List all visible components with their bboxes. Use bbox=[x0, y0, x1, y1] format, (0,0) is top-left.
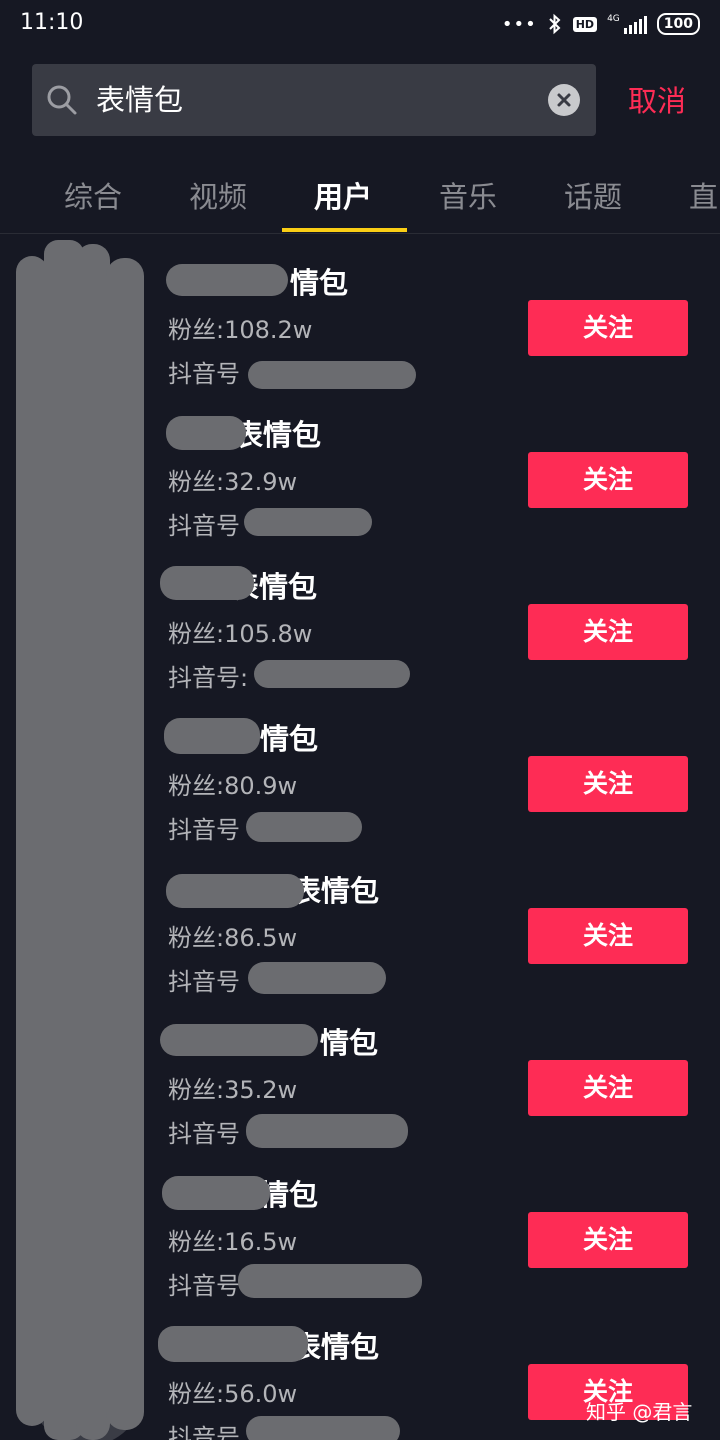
tab-topics[interactable]: 话题 bbox=[564, 174, 622, 216]
douyin-id-label: 抖音号 bbox=[168, 816, 240, 844]
tab-comprehensive[interactable]: 综合 bbox=[64, 174, 122, 216]
tab-live[interactable]: 直 bbox=[689, 174, 718, 216]
fan-count: 粉丝:35.2w bbox=[168, 1076, 298, 1104]
redacted-douyin-id bbox=[244, 508, 372, 536]
hd-badge: HD bbox=[572, 16, 598, 32]
bluetooth-icon bbox=[549, 13, 561, 35]
signal-icon: 4G bbox=[607, 14, 647, 34]
fan-count: 粉丝:105.8w bbox=[168, 620, 313, 648]
redacted-name bbox=[162, 1176, 270, 1210]
watermark: 知乎 @君言 bbox=[586, 1400, 693, 1424]
fan-count: 粉丝:56.0w bbox=[168, 1380, 298, 1408]
follow-button[interactable]: 关注 bbox=[528, 604, 688, 660]
status-bar: 11:10 ••• HD 4G 100 bbox=[0, 0, 720, 50]
redacted-name bbox=[166, 264, 288, 296]
tab-music[interactable]: 音乐 bbox=[439, 174, 497, 216]
redacted-douyin-id bbox=[248, 962, 386, 994]
tab-users[interactable]: 用户 bbox=[314, 174, 372, 216]
redacted-douyin-id bbox=[238, 1264, 422, 1298]
search-input[interactable] bbox=[96, 76, 536, 124]
follow-button[interactable]: 关注 bbox=[528, 908, 688, 964]
redacted-douyin-id bbox=[246, 1114, 408, 1148]
redacted-douyin-id bbox=[246, 1416, 400, 1440]
more-dots-icon: ••• bbox=[501, 13, 537, 35]
search-box[interactable] bbox=[32, 64, 596, 136]
fan-count: 粉丝:86.5w bbox=[168, 924, 298, 952]
redaction-mark bbox=[76, 244, 110, 1440]
redaction-mark bbox=[106, 258, 144, 1430]
search-results-screen: 11:10 ••• HD 4G 100 表情包 取消 综合 视频 用户 音乐 话… bbox=[0, 0, 720, 1440]
douyin-id-label: 抖音号 bbox=[168, 360, 240, 388]
redacted-douyin-id bbox=[248, 361, 416, 389]
redacted-name bbox=[158, 1326, 308, 1362]
follow-button[interactable]: 关注 bbox=[528, 452, 688, 508]
tab-videos[interactable]: 视频 bbox=[189, 174, 247, 216]
douyin-id-label: 抖音号 bbox=[168, 512, 240, 540]
fan-count: 粉丝:108.2w bbox=[168, 316, 313, 344]
follow-button[interactable]: 关注 bbox=[528, 300, 688, 356]
fan-count: 粉丝:80.9w bbox=[168, 772, 298, 800]
douyin-id-label: 抖音号 bbox=[168, 968, 240, 996]
redacted-name bbox=[164, 718, 260, 754]
redacted-douyin-id bbox=[254, 660, 410, 688]
status-icons: ••• HD 4G 100 bbox=[502, 12, 700, 36]
redacted-name bbox=[166, 874, 304, 908]
tab-indicator bbox=[282, 228, 407, 232]
clear-icon[interactable] bbox=[548, 84, 580, 116]
follow-button[interactable]: 关注 bbox=[528, 756, 688, 812]
fan-count: 粉丝:16.5w bbox=[168, 1228, 298, 1256]
redacted-name bbox=[160, 566, 254, 600]
cancel-button[interactable]: 取消 bbox=[628, 78, 686, 120]
status-time: 11:10 bbox=[20, 10, 84, 35]
redacted-name bbox=[160, 1024, 318, 1056]
douyin-id-label: 抖音号 bbox=[168, 1120, 240, 1148]
douyin-id-label: 抖音号: bbox=[168, 664, 249, 692]
category-tabs: 综合 视频 用户 音乐 话题 直 bbox=[0, 160, 720, 234]
follow-button[interactable]: 关注 bbox=[528, 1212, 688, 1268]
search-icon bbox=[47, 85, 77, 115]
douyin-id-label: 抖音号 bbox=[168, 1424, 240, 1440]
redacted-douyin-id bbox=[246, 812, 362, 842]
fan-count: 粉丝:32.9w bbox=[168, 468, 298, 496]
douyin-id-label: 抖音号 bbox=[168, 1272, 240, 1300]
battery-icon: 100 bbox=[656, 13, 700, 35]
network-type: 4G bbox=[607, 14, 620, 24]
follow-button[interactable]: 关注 bbox=[528, 1060, 688, 1116]
redacted-name bbox=[166, 416, 246, 450]
